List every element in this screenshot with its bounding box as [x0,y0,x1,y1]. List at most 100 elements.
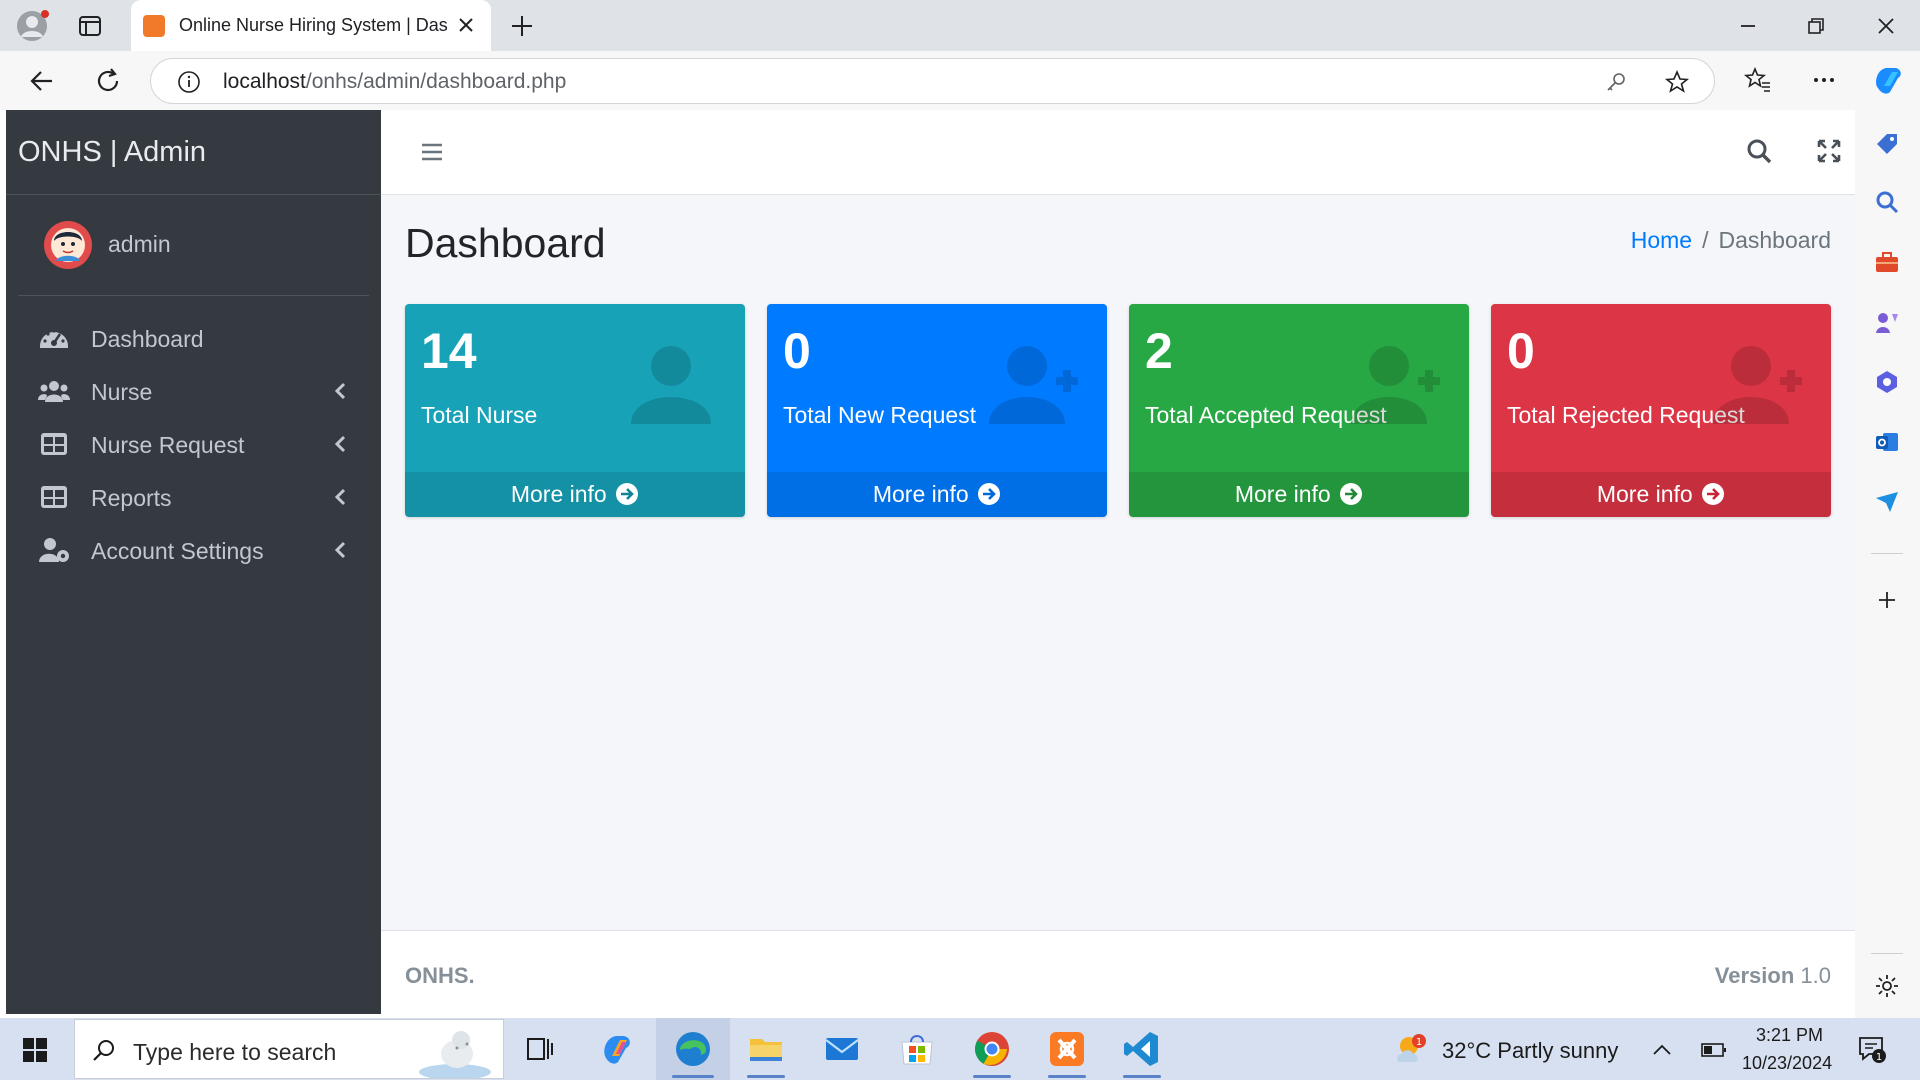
web-page: ONHS | Admin admin Dashboard Nurse Nurse… [6,110,1855,1014]
sidebar-divider [1871,953,1903,954]
close-tab-icon[interactable] [455,14,477,36]
page-title: Dashboard [405,220,606,266]
tachometer-icon [40,329,68,348]
more-info-label: More info [1234,481,1331,507]
url-text: localhost/onhs/admin/dashboard.php [223,70,567,93]
sidebar-item-label: Nurse [91,379,153,405]
active-app-indicator [672,1075,714,1078]
tab-actions-icon[interactable] [77,13,103,39]
chrome-icon[interactable] [971,1028,1013,1070]
more-info-label: More info [1596,481,1693,507]
refresh-icon[interactable] [93,66,123,96]
table-icon [41,486,67,508]
windows-start-icon[interactable] [22,1037,48,1063]
add-icon[interactable] [1873,586,1901,614]
more-info-link[interactable]: More info [1491,472,1831,517]
search-icon [93,1040,114,1061]
chevron-left-icon [334,435,346,453]
table-icon [41,433,67,455]
sidebar-item-account-settings[interactable]: Account Settings [18,522,369,578]
browser-titlebar: Online Nurse Hiring System | Dashboard [0,0,1920,51]
settings-gear-icon[interactable] [1873,972,1901,1000]
taskbar-search-box[interactable]: Type here to search [74,1019,504,1079]
arrow-circle-right-icon [1702,482,1725,505]
file-explorer-icon[interactable] [745,1028,787,1070]
toolbox-icon[interactable] [1873,248,1901,276]
sidebar-item-nurse[interactable]: Nurse [18,363,369,419]
notification-center-icon[interactable]: 1 [1857,1034,1887,1064]
footer-brand: ONHS. [405,963,475,988]
task-view-icon[interactable] [519,1028,561,1070]
weather-alert-badge: 1 [1416,1037,1422,1048]
favorite-star-icon[interactable] [1664,69,1690,95]
version-label: Version [1714,963,1795,988]
main-sidebar: ONHS | Admin admin Dashboard Nurse Nurse… [6,110,381,1014]
sidebar-item-nurse-request[interactable]: Nurse Request [18,416,369,472]
breadcrumb-current: Dashboard [1718,227,1831,253]
new-tab-icon[interactable] [508,12,536,40]
outlook-icon[interactable] [1873,428,1901,456]
xampp-icon[interactable] [1046,1028,1088,1070]
fullscreen-expand-icon[interactable] [1816,138,1842,164]
mail-icon[interactable] [821,1028,863,1070]
restore-icon[interactable] [1802,12,1830,40]
users-icon [38,381,70,402]
more-info-link[interactable]: More info [767,472,1107,517]
footer-version: Version 1.0 [1715,963,1831,989]
more-options-icon[interactable] [1809,65,1839,95]
user-icon [631,346,711,424]
edge-browser-icon [676,1032,710,1066]
search-icon[interactable] [1745,137,1773,165]
brand-link[interactable]: ONHS | Admin [6,110,381,195]
games-icon[interactable] [1873,308,1901,336]
search-icon[interactable] [1873,188,1901,216]
profile-icon[interactable] [17,9,51,43]
content-wrapper: Dashboard Home / Dashboard 14 Total Nurse … [381,195,1855,930]
shopping-tag-icon[interactable] [1873,130,1901,158]
chevron-up-icon[interactable] [1650,1038,1674,1062]
weather-partly-sunny-icon[interactable]: 1 [1394,1032,1430,1066]
user-panel[interactable]: admin [18,195,369,296]
main-footer: ONHS. Version 1.0 [381,930,1855,1014]
notification-count: 1 [1876,1052,1882,1063]
minimize-icon[interactable] [1734,12,1762,40]
box-count: 0 [783,323,811,379]
clock-time[interactable]: 3:21 PM [1756,1025,1823,1046]
box-label: Total New Request [783,402,977,428]
running-app-indicator [747,1075,785,1078]
microsoft-store-icon[interactable] [896,1028,938,1070]
user-plus-icon [989,346,1078,424]
sidebar-item-reports[interactable]: Reports [18,469,369,525]
more-info-link[interactable]: More info [1129,472,1469,517]
favorites-icon[interactable] [1743,65,1773,95]
brand-text: ONHS | Admin [18,136,207,168]
version-number: 1.0 [1800,963,1831,988]
sidebar-item-label: Nurse Request [91,432,245,458]
send-icon[interactable] [1873,488,1901,516]
copilot-app-icon[interactable] [596,1028,638,1070]
user-cog-icon [39,538,69,562]
more-info-link[interactable]: More info [405,472,745,517]
battery-icon[interactable] [1700,1038,1728,1062]
taskbar-edge-button[interactable] [656,1018,730,1080]
site-info-icon[interactable] [177,70,201,94]
box-count: 0 [1507,323,1535,379]
hamburger-menu-icon[interactable] [420,140,444,164]
browser-tab[interactable]: Online Nurse Hiring System | Dashboard [131,0,491,51]
arrow-circle-right-icon [1340,482,1363,505]
tab-title: Online Nurse Hiring System | Dashboard [179,15,449,35]
small-box-total-nurse: 14 Total Nurse More info [405,304,745,517]
sidebar-item-dashboard[interactable]: Dashboard [18,310,369,366]
weather-text[interactable]: 32°C Partly sunny [1442,1038,1618,1064]
microsoft-365-icon[interactable] [1873,368,1901,396]
box-count: 2 [1145,323,1173,379]
breadcrumb-home-link[interactable]: Home [1631,227,1692,253]
back-icon[interactable] [27,66,57,96]
copilot-icon[interactable] [1870,62,1906,98]
address-bar[interactable]: localhost/onhs/admin/dashboard.php [150,58,1715,104]
username: admin [108,231,171,257]
password-key-icon[interactable] [1604,70,1628,94]
vscode-icon[interactable] [1121,1028,1163,1070]
clock-date[interactable]: 10/23/2024 [1742,1053,1832,1074]
close-window-icon[interactable] [1872,12,1900,40]
